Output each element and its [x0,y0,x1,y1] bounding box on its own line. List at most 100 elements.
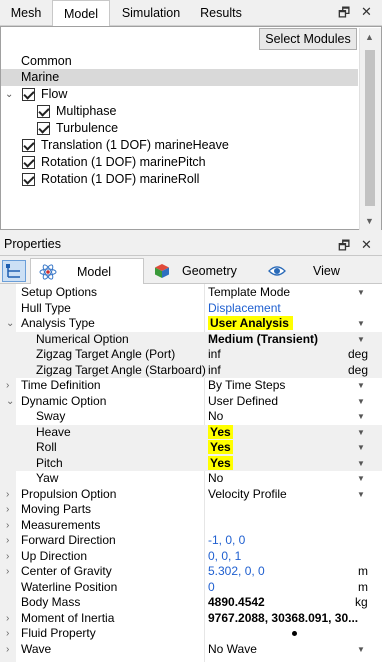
prop-value: inf [208,362,221,377]
chevron-right-icon[interactable]: › [6,487,9,502]
prop-label: Yaw [36,471,59,485]
flow-checkbox[interactable] [22,88,35,101]
prop-row-hull-type[interactable]: Hull Type Displacement [0,301,382,317]
property-grid: Setup Options Template Mode ▼ Hull Type … [0,284,382,662]
prop-row-zigzag-starboard[interactable]: Zigzag Target Angle (Starboard) inf deg [0,362,382,378]
chevron-right-icon[interactable]: › [6,533,9,548]
dropdown-arrow-icon[interactable]: ▼ [357,425,365,440]
tab-view[interactable]: View [258,258,368,284]
categorized-sort-button[interactable] [2,260,26,282]
dropdown-arrow-icon[interactable]: ▼ [357,378,365,393]
dropdown-arrow-icon[interactable]: ▼ [357,316,365,331]
prop-row-roll[interactable]: Roll Yes ▼ [0,440,382,456]
pitch-checkbox[interactable] [22,156,35,169]
prop-value: No [208,409,224,423]
prop-row-dynamic-option[interactable]: ⌄ Dynamic Option User Defined ▼ [0,394,382,410]
prop-row-numerical-option[interactable]: Numerical Option Medium (Transient) ▼ [0,331,382,347]
dropdown-arrow-icon[interactable]: ▼ [357,409,365,424]
prop-label: Propulsion Option [21,486,117,501]
prop-value: Template Mode [208,285,291,299]
prop-label: Analysis Type [21,316,95,330]
prop-label: Heave [36,424,71,439]
prop-value: Displacement [208,300,281,315]
prop-row-zigzag-port[interactable]: Zigzag Target Angle (Port) inf deg [0,347,382,363]
prop-row-pitch[interactable]: Pitch Yes ▼ [0,455,382,471]
prop-row-propulsion-option[interactable]: › Propulsion Option Velocity Profile ▼ [0,487,382,503]
prop-row-yaw[interactable]: Yaw No ▼ [0,471,382,487]
dropdown-arrow-icon[interactable]: ▼ [357,394,365,409]
roll-checkbox[interactable] [22,173,35,186]
close-icon[interactable]: ✕ [361,237,372,253]
prop-row-time-definition[interactable]: › Time Definition By Time Steps ▼ [0,378,382,394]
chevron-down-icon[interactable]: ⌄ [5,86,13,103]
prop-row-fluid-property[interactable]: › Fluid Property [0,626,382,642]
scroll-down-icon[interactable]: ▼ [365,216,374,226]
select-modules-button[interactable]: Select Modules [259,28,357,50]
chevron-down-icon[interactable]: ⌄ [6,316,14,331]
prop-row-analysis-type[interactable]: ⌄ Analysis Type User Analysis ▼ [0,316,382,332]
prop-value: User Defined [208,393,279,408]
prop-label: Numerical Option [36,331,129,346]
chevron-right-icon[interactable]: › [6,564,9,579]
chevron-right-icon[interactable]: › [6,518,9,533]
prop-value: -1, 0, 0 [208,533,246,547]
tab-mesh[interactable]: Mesh [2,2,50,26]
prop-row-body-mass[interactable]: Body Mass 4890.4542 kg [0,595,382,611]
eye-icon [268,266,286,276]
prop-row-heave[interactable]: Heave Yes ▼ [0,424,382,440]
chevron-right-icon[interactable]: › [6,611,9,626]
tab-model[interactable]: Model [52,0,110,27]
prop-value: 0 [208,579,215,594]
turbulence-checkbox[interactable] [37,122,50,135]
chevron-right-icon[interactable]: › [6,642,9,657]
prop-row-measurements[interactable]: › Measurements [0,518,382,534]
prop-row-sway[interactable]: Sway No ▼ [0,409,382,425]
prop-label: Hull Type [21,300,71,315]
prop-row-setup-options[interactable]: Setup Options Template Mode ▼ [0,285,382,301]
tab-model-properties[interactable]: Model [30,258,144,284]
prop-value: By Time Steps [208,378,286,392]
prop-value: Yes [208,440,233,454]
properties-title: Properties [4,237,61,251]
prop-row-forward-direction[interactable]: › Forward Direction -1, 0, 0 [0,533,382,549]
chevron-right-icon[interactable]: › [6,626,9,641]
close-icon[interactable]: ✕ [361,4,372,20]
chevron-right-icon[interactable]: › [6,502,9,517]
model-tree-panel: Select Modules Common Marine ⌄ Flow Mult… [0,26,382,230]
prop-row-waterline-position[interactable]: Waterline Position 0 m [0,580,382,596]
dropdown-arrow-icon[interactable]: ▼ [357,642,365,657]
prop-row-wave[interactable]: › Wave No Wave ▼ [0,642,382,658]
tab-results[interactable]: Results [192,2,250,26]
chevron-right-icon[interactable]: › [6,378,9,393]
tree-scrollbar[interactable]: ▲ ▼ [359,28,381,230]
dropdown-arrow-icon[interactable]: ▼ [357,440,365,455]
prop-label: Pitch [36,455,63,470]
restore-icon[interactable]: 🗗 [338,4,350,26]
scrollbar-thumb[interactable] [365,50,375,206]
prop-unit: deg [348,362,369,377]
prop-row-moment-of-inertia[interactable]: › Moment of Inertia 9767.2088, 30368.091… [0,611,382,627]
prop-row-up-direction[interactable]: › Up Direction 0, 0, 1 [0,549,382,565]
dropdown-arrow-icon[interactable]: ▼ [357,285,365,300]
prop-row-moving-parts[interactable]: › Moving Parts [0,502,382,518]
prop-value: Medium (Transient) [208,331,319,346]
dropdown-arrow-icon[interactable]: ▼ [357,456,365,471]
dropdown-arrow-icon[interactable]: ▼ [357,471,365,486]
prop-value: inf [208,347,221,361]
scroll-up-icon[interactable]: ▲ [365,32,374,42]
prop-value: No Wave [208,641,257,656]
dropdown-arrow-icon[interactable]: ▼ [357,332,365,347]
prop-row-center-of-gravity[interactable]: › Center of Gravity 5.302, 0, 0 m [0,564,382,580]
chevron-down-icon[interactable]: ⌄ [6,394,14,409]
tree-item-marine[interactable]: Marine [1,69,358,86]
properties-tab-bar: Model Geometry View [0,258,382,284]
bullet-icon [292,631,297,636]
dropdown-arrow-icon[interactable]: ▼ [357,487,365,502]
heave-checkbox[interactable] [22,139,35,152]
tab-geometry[interactable]: Geometry [146,258,256,284]
multiphase-checkbox[interactable] [37,105,50,118]
tab-simulation[interactable]: Simulation [112,2,190,26]
restore-icon[interactable]: 🗗 [338,237,350,259]
tree-item-label: Turbulence [56,121,119,135]
chevron-right-icon[interactable]: › [6,549,9,564]
